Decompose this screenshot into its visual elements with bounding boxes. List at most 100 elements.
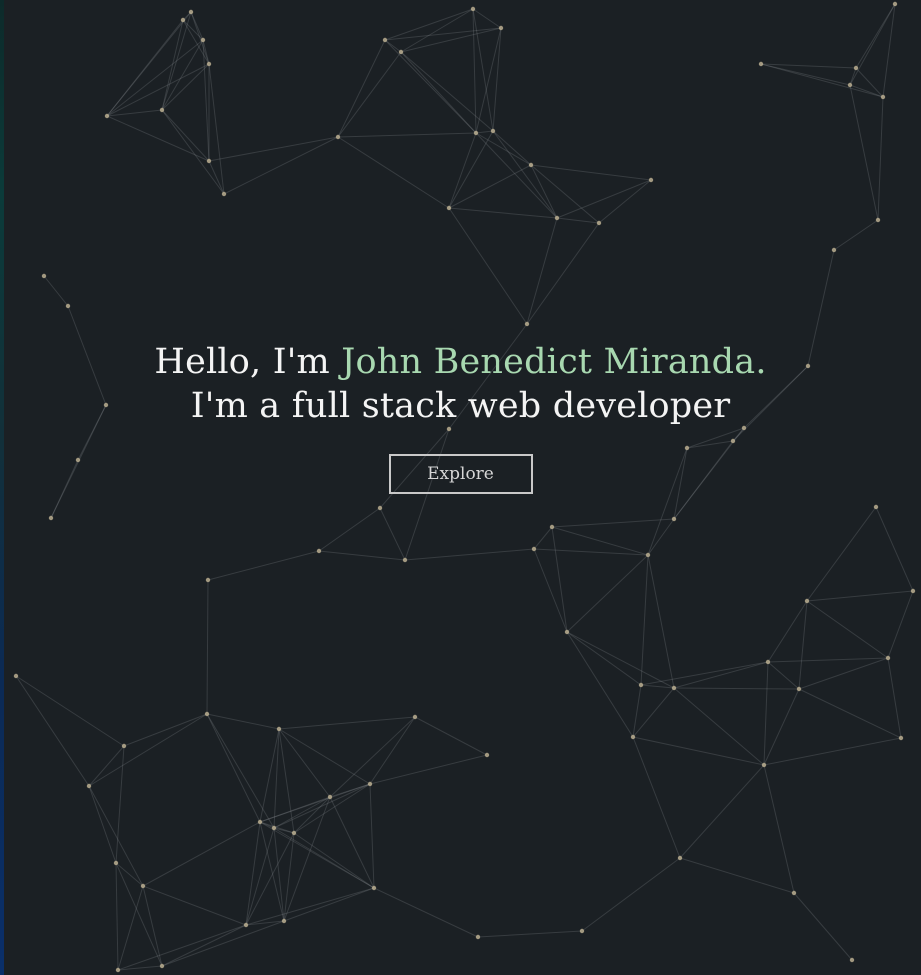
network-node <box>86 783 92 789</box>
network-node <box>849 957 855 963</box>
network-node <box>446 205 452 211</box>
network-link <box>337 51 402 138</box>
network-node <box>382 37 388 43</box>
network-node <box>880 94 886 100</box>
network-node <box>412 714 418 720</box>
network-node <box>367 781 373 787</box>
hero-greeting: Hello, I'm John Benedict Miranda. <box>0 340 921 384</box>
network-link <box>448 207 558 219</box>
network-link <box>245 832 295 926</box>
developer-name: John Benedict Miranda. <box>341 342 767 382</box>
network-node <box>531 546 537 552</box>
network-link <box>806 590 914 602</box>
network-link <box>115 862 144 887</box>
greeting-prefix: Hello, I'm <box>154 342 342 382</box>
network-node <box>554 215 560 221</box>
network-link <box>647 554 675 689</box>
network-link <box>206 713 261 823</box>
network-link <box>530 164 558 219</box>
network-link <box>673 687 765 766</box>
network-link <box>448 207 528 325</box>
network-node <box>243 922 249 928</box>
network-link <box>492 130 532 166</box>
network-node <box>41 273 47 279</box>
network-link <box>767 661 800 690</box>
network-link <box>273 827 285 922</box>
network-node <box>638 682 644 688</box>
network-node <box>204 711 210 717</box>
network-link <box>161 39 204 111</box>
network-link <box>142 885 163 967</box>
landing-page: Hello, I'm John Benedict Miranda. I'm a … <box>0 0 921 975</box>
network-node <box>475 934 481 940</box>
explore-button[interactable]: Explore <box>388 454 533 494</box>
network-link <box>273 796 331 829</box>
network-link <box>404 548 535 561</box>
network-node <box>630 734 636 740</box>
network-link <box>88 713 208 787</box>
network-link <box>88 785 117 864</box>
network-link <box>556 217 600 224</box>
network-link <box>379 507 406 561</box>
network-link <box>679 764 765 859</box>
network-link <box>123 713 208 747</box>
network-link <box>475 130 494 134</box>
network-node <box>65 303 71 309</box>
network-link <box>875 506 914 592</box>
network-node <box>898 735 904 741</box>
network-node <box>645 552 651 558</box>
network-node <box>677 855 683 861</box>
network-link <box>472 8 502 29</box>
network-node <box>671 516 677 522</box>
network-node <box>200 37 206 43</box>
network-link <box>106 63 210 117</box>
network-link <box>245 887 375 926</box>
network-node <box>564 629 570 635</box>
network-link <box>492 130 558 219</box>
network-link <box>106 109 163 117</box>
network-node <box>104 113 110 119</box>
network-link <box>117 924 247 971</box>
network-link <box>106 115 210 162</box>
network-link <box>15 675 125 747</box>
network-node <box>206 61 212 67</box>
network-link <box>43 275 69 307</box>
network-link <box>533 548 568 633</box>
network-link <box>566 631 634 738</box>
network-node <box>892 1 898 7</box>
network-link <box>806 506 877 602</box>
network-link <box>551 526 568 633</box>
network-node <box>140 883 146 889</box>
network-link <box>526 222 600 325</box>
network-link <box>855 67 884 98</box>
network-link <box>278 716 416 730</box>
network-link <box>793 892 853 961</box>
network-link <box>369 716 416 785</box>
network-node <box>159 963 165 969</box>
network-node <box>327 794 333 800</box>
network-link <box>142 885 247 926</box>
network-node <box>377 505 383 511</box>
network-link <box>245 821 261 926</box>
network-link <box>208 136 339 162</box>
network-link <box>849 3 896 86</box>
network-node <box>831 247 837 253</box>
network-link <box>400 51 477 134</box>
network-node <box>549 524 555 530</box>
network-link <box>384 39 477 134</box>
network-node <box>180 17 186 23</box>
network-node <box>291 830 297 836</box>
network-link <box>161 920 285 967</box>
network-link <box>566 631 642 686</box>
network-link <box>566 554 649 633</box>
network-link <box>329 783 371 798</box>
network-link <box>161 109 225 195</box>
network-link <box>632 736 681 859</box>
network-link <box>278 728 371 785</box>
network-link <box>530 164 652 181</box>
network-link <box>207 550 320 581</box>
network-link <box>273 728 280 829</box>
network-link <box>115 745 125 864</box>
network-link <box>414 716 488 756</box>
network-node <box>490 128 496 134</box>
